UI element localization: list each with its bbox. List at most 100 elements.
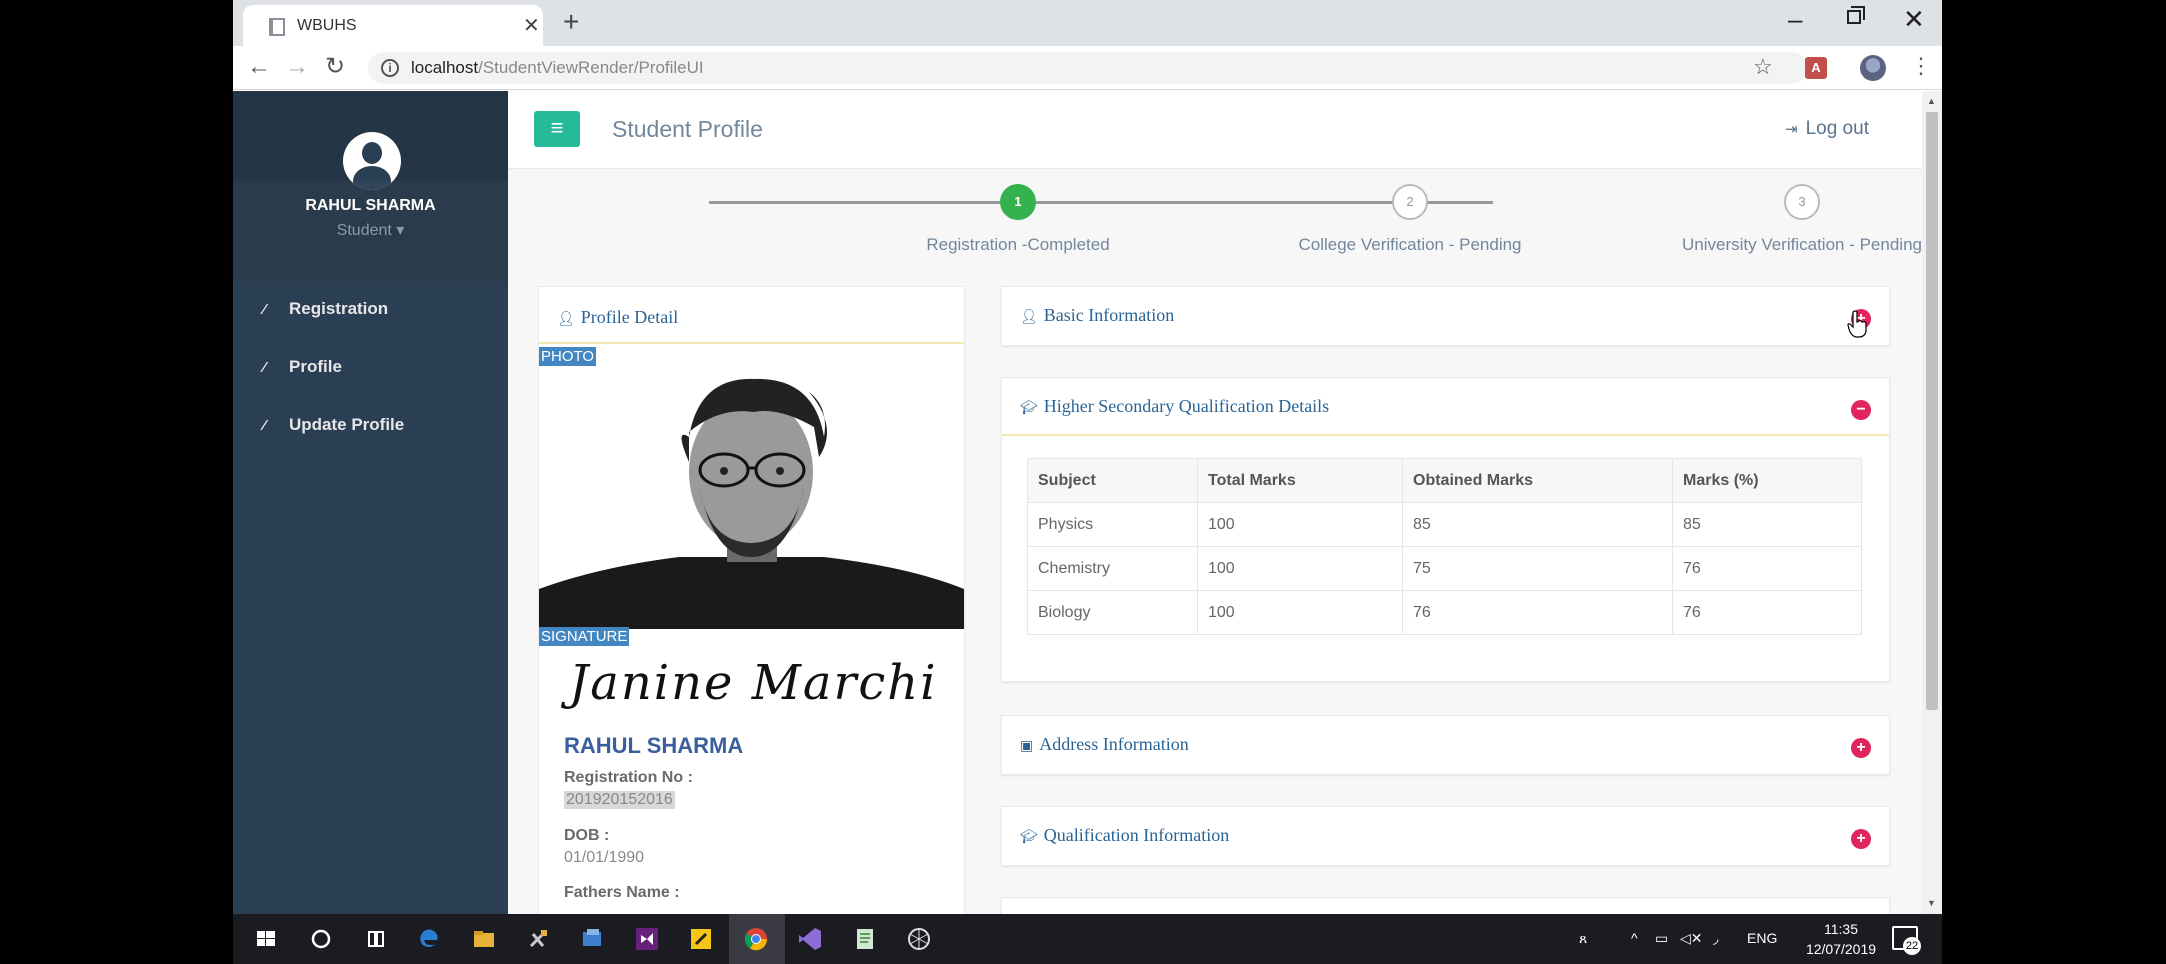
search-icon[interactable] [306,924,336,954]
avatar-body [353,166,391,190]
scroll-down-icon[interactable]: ▼ [1927,898,1936,908]
visual-studio-icon[interactable] [632,924,662,954]
table-cell: 76 [1672,546,1862,591]
fathers-name-label: Fathers Name : [564,884,680,901]
profile-card-title: 👤︎ Profile Detail [557,307,678,328]
reg-no-value: 201920152016 [564,791,675,809]
tab-close-icon[interactable]: ✕ [523,13,540,38]
higher-secondary-panel: 🎓︎ Higher Secondary Qualification Details… [1001,377,1890,682]
table-cell: 100 [1197,546,1403,591]
clock-time[interactable]: 11:35 [1806,921,1876,937]
edge-icon[interactable] [414,924,444,954]
pdf-extension-icon[interactable]: A [1805,57,1827,79]
sidebar-item-profile[interactable]: ⁄ Profile [263,357,342,385]
clock-date[interactable]: 12/07/2019 [1796,941,1886,957]
chrome-icon[interactable] [741,924,771,954]
panel-title: Qualification Information [1043,825,1230,845]
step-connector [709,201,1101,204]
restore-icon[interactable] [1847,6,1865,24]
progress-stepper: 1 2 3 Registration -Completed College Ve… [508,169,1922,279]
address-information-panel: ▣ Address Information + [1001,715,1890,775]
step-connector [1101,201,1493,204]
collapse-icon[interactable]: − [1851,400,1871,420]
table-cell: Chemistry [1027,546,1198,591]
sticky-notes-icon[interactable] [686,924,716,954]
sidebar-user-name: RAHUL SHARMA [305,197,436,214]
language-indicator[interactable]: ENG [1747,930,1777,946]
table-cell: 85 [1402,502,1673,547]
avatar-head [362,142,382,164]
column-header: Subject [1027,458,1198,503]
notification-icon[interactable]: 22 [1892,926,1921,955]
app: RAHUL SHARMA Student ▾ ⁄ Registration ⁄ Pr… [233,91,1942,927]
table-cell: 75 [1402,546,1673,591]
wand-icon: ⁄ [263,417,266,434]
page-title: Student Profile [612,116,763,142]
browser-profile-avatar[interactable] [1860,55,1886,81]
table-row: Physics 100 85 85 [1027,502,1862,547]
step-3-dot: 3 [1784,184,1820,220]
user-role-dropdown[interactable]: Student ▾ [233,220,508,240]
sidebar: RAHUL SHARMA Student ▾ ⁄ Registration ⁄ Pr… [233,91,508,914]
sidebar-item-label: Update Profile [289,415,405,434]
expand-icon[interactable]: + [1851,738,1871,758]
table-cell: Physics [1027,502,1198,547]
volume-muted-icon[interactable]: ◁✕ [1680,930,1703,947]
top-nav: ≡ Student Profile ⇥ Log out [508,91,1922,169]
file-explorer-icon[interactable] [469,924,499,954]
sign-out-icon: ⇥ [1785,121,1798,138]
scroll-up-icon[interactable]: ▲ [1927,96,1936,106]
battery-icon[interactable]: ▭ [1655,930,1668,947]
tools-icon[interactable] [523,924,553,954]
profile-card-title-text: Profile Detail [580,307,679,327]
sidebar-item-registration[interactable]: ⁄ Registration [263,299,388,327]
task-view-icon[interactable] [361,924,391,954]
main-content: ≡ Student Profile ⇥ Log out 1 2 3 Registr… [508,91,1942,927]
table-row: Chemistry 100 75 76 [1027,546,1862,591]
wifi-icon[interactable]: ◞ [1713,930,1718,947]
windows-start-icon[interactable] [251,924,281,954]
back-icon[interactable]: ← [247,53,271,81]
scrollbar-thumb[interactable] [1926,112,1938,710]
panel-title: Address Information [1039,734,1189,754]
browser-tab[interactable]: WBUHS ✕ [243,5,543,46]
step-2-dot: 2 [1392,184,1428,220]
signature-image: Janine Marchi [569,655,938,711]
sql-server-icon[interactable] [577,924,607,954]
higher-secondary-header[interactable]: 🎓︎ Higher Secondary Qualification Details [1020,396,1329,417]
window-close-icon[interactable]: ✕ [1903,4,1925,35]
app-icon[interactable] [904,924,934,954]
dob-label: DOB : [564,827,610,844]
table-header-row: Subject Total Marks Obtained Marks Marks… [1027,458,1862,503]
reload-icon[interactable]: ↻ [325,52,345,81]
browser-menu-icon[interactable]: ⋮ [1910,53,1932,79]
column-header: Marks (%) [1672,458,1862,503]
forward-icon[interactable]: → [285,53,309,81]
expand-icon[interactable]: + [1851,829,1871,849]
column-header: Total Marks [1197,458,1403,503]
sidebar-item-label: Registration [289,299,389,318]
url-text[interactable]: localhost/StudentViewRender/ProfileUI [411,58,704,78]
menu-toggle-button[interactable]: ≡ [534,111,580,147]
panel-title: Basic Information [1043,305,1175,325]
basic-information-panel: 👤︎ Basic Information + [1001,286,1890,346]
info-icon[interactable]: i [381,59,399,77]
photo-portrait [539,367,964,629]
table-cell: Biology [1027,590,1198,635]
tray-chevron-icon[interactable]: ^ [1631,930,1638,946]
student-photo [539,367,964,629]
notepad-icon[interactable] [850,924,880,954]
visual-studio-code-icon[interactable] [795,924,825,954]
profile-detail-card: 👤︎ Profile Detail PHOTO SIGNATURE Janine… [538,286,965,926]
address-information-header[interactable]: ▣ Address Information [1020,734,1189,755]
hand-cursor-icon [1847,310,1867,338]
marks-table: Subject Total Marks Obtained Marks Marks… [1027,458,1862,635]
basic-information-header[interactable]: 👤︎ Basic Information [1020,305,1174,326]
sidebar-item-update-profile[interactable]: ⁄ Update Profile [263,415,404,443]
logout-link[interactable]: ⇥ Log out [1785,118,1869,140]
people-icon[interactable]: ጸ [1579,930,1587,947]
minimize-icon[interactable]: – [1788,4,1802,35]
bookmark-star-icon[interactable]: ☆ [1753,54,1773,80]
new-tab-icon[interactable]: + [563,6,579,38]
qualification-information-header[interactable]: 🎓︎ Qualification Information [1020,825,1229,846]
